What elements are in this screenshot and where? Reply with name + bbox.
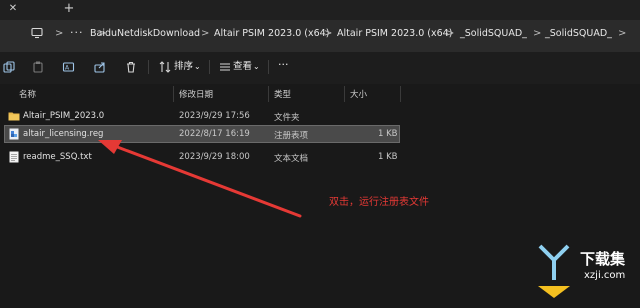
watermark-url: xzji.com (584, 270, 626, 281)
annotation-text: 双击，运行注册表文件 (329, 197, 429, 208)
watermark-title: 下载集 (580, 250, 626, 268)
